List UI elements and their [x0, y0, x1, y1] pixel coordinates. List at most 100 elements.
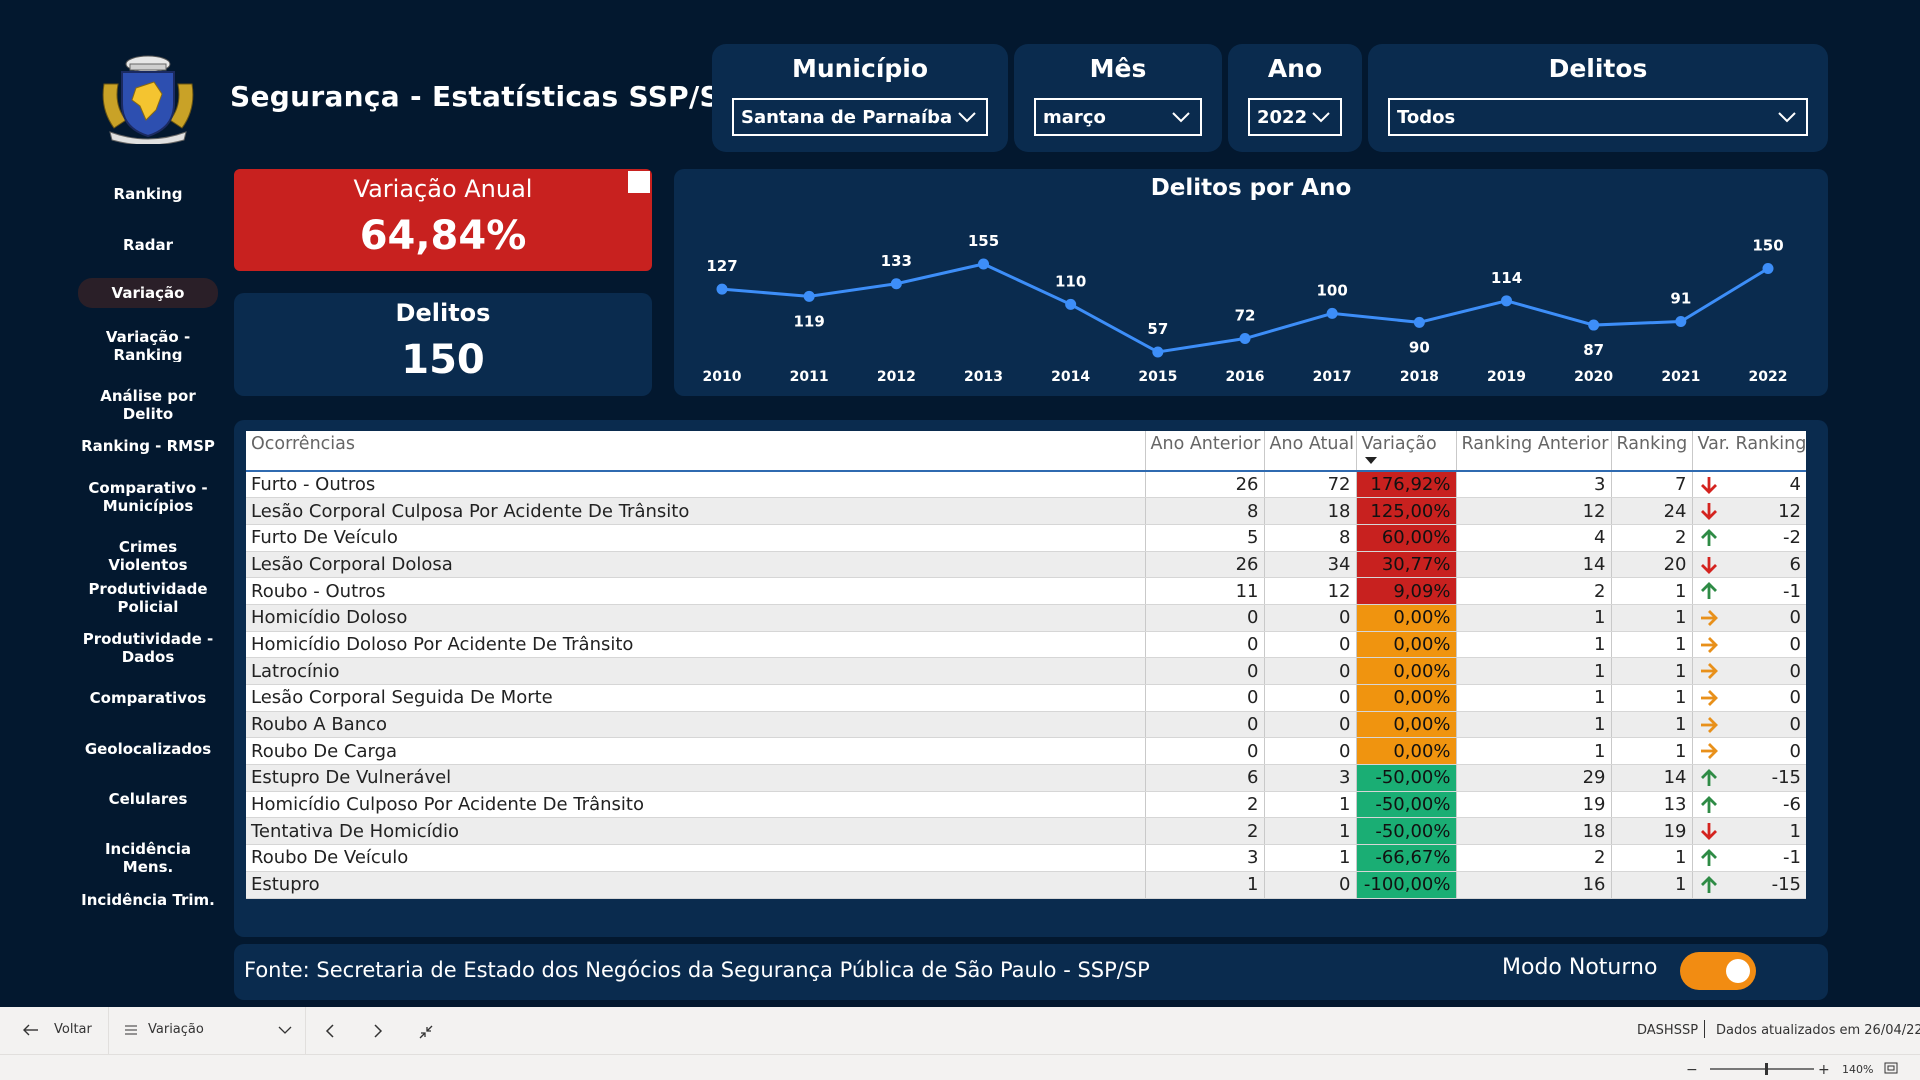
sort-descending-icon	[1364, 457, 1377, 464]
nav-analise-por-delito[interactable]: Análise por Delito	[78, 387, 218, 423]
ano-anterior-cell: 6	[1145, 764, 1265, 792]
municipio-value: Santana de Parnaíba	[741, 106, 953, 128]
nav-produtividade-dados[interactable]: Produtividade - Dados	[78, 630, 218, 666]
zoom-in-icon[interactable]: +	[1818, 1062, 1830, 1078]
workspace-name: DASHSSP	[1637, 1023, 1699, 1038]
arrow-down-icon	[1700, 556, 1717, 574]
var-ranking-cell: 0	[1692, 631, 1806, 659]
col-header-ano-anterior[interactable]: Ano Anterior	[1145, 431, 1265, 472]
ano-atual-cell: 34	[1264, 551, 1357, 579]
col-header-variacao[interactable]: Variação	[1356, 431, 1457, 472]
ranking-cell: 1	[1611, 604, 1693, 632]
data-point[interactable]	[716, 283, 728, 295]
fit-to-page-icon[interactable]	[1884, 1062, 1898, 1074]
table-row[interactable]: Latrocínio 0 0 0,00% 1 1 0	[246, 657, 1806, 685]
previous-page-icon[interactable]	[324, 1024, 336, 1038]
var-ranking-cell: -1	[1692, 577, 1806, 605]
variacao-cell: 0,00%	[1356, 711, 1457, 739]
table-row[interactable]: Lesão Corporal Seguida De Morte 0 0 0,00% 1 1…	[246, 684, 1806, 712]
nav-geolocalizados[interactable]: Geolocalizados	[78, 740, 218, 758]
col-header-var-ranking[interactable]: Var. Ranking	[1692, 431, 1806, 472]
nav-incidencia-trimestral[interactable]: Incidência Trim.	[78, 891, 218, 909]
var-ranking-cell: 1	[1692, 817, 1806, 846]
municipio-filter-label: Município	[791, 54, 929, 83]
variacao-cell: -50,00%	[1356, 791, 1457, 819]
col-header-ranking-anterior[interactable]: Ranking Anterior	[1456, 431, 1612, 472]
page-selector[interactable]: Variação	[124, 1022, 292, 1037]
ocorrencia-cell: Homicídio Culposo Por Acidente De Trânsi…	[246, 791, 1146, 819]
ocorrencia-cell: Roubo De Veículo	[246, 844, 1146, 872]
data-point[interactable]	[890, 278, 902, 290]
nav-comparativos[interactable]: Comparativos	[78, 689, 218, 707]
data-point[interactable]	[978, 258, 989, 270]
zoom-slider-thumb[interactable]	[1765, 1063, 1768, 1075]
data-point[interactable]	[1065, 298, 1077, 310]
ocorrencia-cell: Roubo - Outros	[246, 577, 1146, 605]
ano-atual-cell: 0	[1264, 631, 1357, 659]
chevron-down-icon	[1172, 112, 1190, 123]
delitos-dropdown[interactable]: Todos	[1388, 98, 1808, 136]
nav-crimes-violentos[interactable]: Crimes Violentos	[78, 538, 218, 574]
col-header-ranking[interactable]: Ranking	[1611, 431, 1693, 472]
var-ranking-cell: 4	[1692, 471, 1806, 499]
arrow-right-icon	[1700, 716, 1718, 733]
table-row[interactable]: Roubo - Outros 11 12 9,09% 2 1 -1	[246, 577, 1806, 605]
var-ranking-cell: -15	[1692, 871, 1806, 899]
table-row[interactable]: Estupro 1 0 -100,00% 16 1 -15	[246, 871, 1806, 899]
ranking-cell: 13	[1611, 791, 1693, 819]
next-page-icon[interactable]	[372, 1024, 384, 1038]
data-point[interactable]	[1762, 262, 1774, 274]
var-ranking-value: -6	[1783, 794, 1801, 816]
nav-variacao[interactable]: Variação	[78, 278, 218, 308]
nav-ranking[interactable]: Ranking	[78, 185, 218, 203]
table-row[interactable]: Roubo De Carga 0 0 0,00% 1 1 0	[246, 737, 1806, 766]
ano-atual-cell: 0	[1264, 737, 1357, 766]
table-row[interactable]: Homicídio Doloso Por Acidente De Trânsit…	[246, 631, 1806, 659]
table-row[interactable]: Lesão Corporal Dolosa 26 34 30,77% 14 20 6	[246, 551, 1806, 579]
table-row[interactable]: Estupro De Vulnerável 6 3 -50,00% 29 14 -15	[246, 764, 1806, 792]
table-row[interactable]: Roubo A Banco 0 0 0,00% 1 1 0	[246, 711, 1806, 739]
nav-incidencia-mensal[interactable]: Incidência Mens.	[78, 840, 218, 876]
x-tick-label: 2013	[964, 369, 1003, 385]
night-mode-toggle[interactable]	[1680, 952, 1756, 990]
table-row[interactable]: Homicídio Doloso 0 0 0,00% 1 1 0	[246, 604, 1806, 632]
nav-radar[interactable]: Radar	[78, 236, 218, 254]
data-point[interactable]	[1675, 315, 1687, 327]
table-row[interactable]: Lesão Corporal Culposa Por Acidente De T…	[246, 497, 1806, 525]
data-point[interactable]	[1501, 295, 1512, 307]
table-row[interactable]: Furto - Outros 26 72 176,92% 3 7 4	[246, 471, 1806, 499]
arrow-down-icon	[1700, 503, 1717, 521]
zoom-out-icon[interactable]: −	[1686, 1062, 1698, 1078]
ano-filter: Ano 2022	[1228, 44, 1362, 152]
nav-ranking-rmsp[interactable]: Ranking - RMSP	[78, 437, 218, 455]
data-point[interactable]	[1152, 346, 1164, 358]
data-point[interactable]	[1239, 333, 1251, 345]
data-point[interactable]	[1413, 316, 1425, 328]
mes-dropdown[interactable]: março	[1034, 98, 1202, 136]
nav-produtividade-policial[interactable]: Produtividade Policial	[78, 580, 218, 616]
col-header-ano-atual[interactable]: Ano Atual	[1264, 431, 1357, 472]
ranking-anterior-cell: 19	[1456, 791, 1612, 819]
col-header-ocorrencias[interactable]: Ocorrências	[246, 431, 1146, 472]
table-row[interactable]: Tentativa De Homicídio 2 1 -50,00% 18 19 1	[246, 817, 1806, 846]
arrow-up-icon	[1700, 875, 1717, 893]
ano-dropdown[interactable]: 2022	[1248, 98, 1342, 136]
data-point[interactable]	[1588, 319, 1600, 331]
ranking-cell: 1	[1611, 577, 1693, 605]
ano-atual-cell: 72	[1264, 471, 1357, 499]
back-button[interactable]: Voltar	[22, 1022, 92, 1037]
zoom-slider[interactable]	[1710, 1063, 1814, 1075]
focus-mode-icon[interactable]	[628, 171, 650, 193]
data-point[interactable]	[803, 290, 815, 302]
table-row[interactable]: Roubo De Veículo 3 1 -66,67% 2 1 -1	[246, 844, 1806, 872]
nav-comparativo-municipios[interactable]: Comparativo - Municípios	[78, 479, 218, 515]
nav-variacao-ranking[interactable]: Variação - Ranking	[78, 328, 218, 362]
collapse-icon[interactable]	[418, 1024, 434, 1040]
table-row[interactable]: Homicídio Culposo Por Acidente De Trânsi…	[246, 791, 1806, 819]
municipio-dropdown[interactable]: Santana de Parnaíba	[732, 98, 988, 136]
ranking-cell: 1	[1611, 737, 1693, 766]
data-point[interactable]	[1326, 307, 1338, 319]
ocorrencia-cell: Furto - Outros	[246, 471, 1146, 499]
table-row[interactable]: Furto De Veículo 5 8 60,00% 4 2 -2	[246, 524, 1806, 552]
nav-celulares[interactable]: Celulares	[78, 790, 218, 808]
